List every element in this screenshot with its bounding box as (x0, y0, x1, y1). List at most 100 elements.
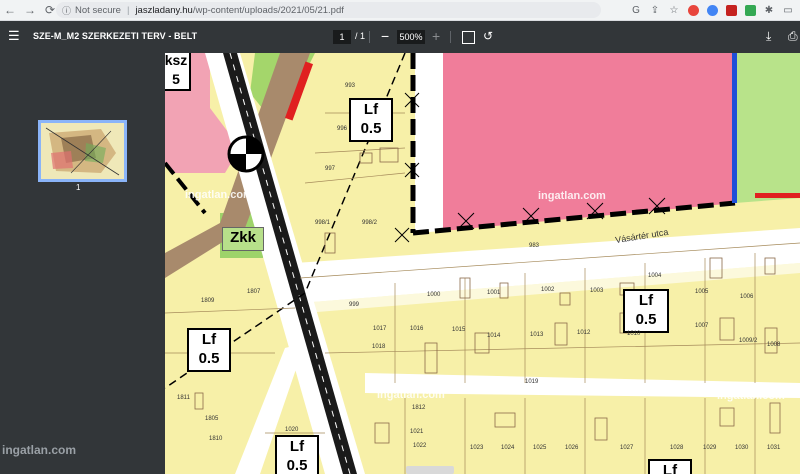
plot-number: 1001 (487, 290, 501, 296)
watermark-text: ingatlan.com (185, 189, 253, 201)
zone-label-lf: Lf (648, 459, 692, 474)
zone-code: Lf (662, 462, 678, 474)
back-icon[interactable]: ← (0, 0, 20, 20)
plot-number: 1014 (487, 333, 501, 339)
security-status: Not secure (75, 4, 121, 16)
pdf-map-view[interactable]: ksz 5 Lf 0.5 Zkk Lf 0.5 Lf 0.5 Lf 0.5 Lf… (165, 53, 800, 474)
plot-number: 999 (349, 302, 360, 308)
plot-number: 998/2 (362, 220, 378, 226)
horizontal-scrollbar[interactable] (406, 466, 454, 474)
watermark-text: ingatlan.com (2, 443, 77, 457)
zone-ratio: 0.5 (635, 311, 657, 328)
plot-number: 1019 (525, 379, 539, 385)
plot-number: 1028 (670, 445, 684, 451)
zoom-out-button[interactable]: − (381, 28, 389, 44)
menu-icon[interactable]: ☰ (8, 29, 22, 43)
plot-number: 1029 (703, 445, 717, 451)
thumbnail-sidebar: 1 ingatlan.com (0, 53, 165, 474)
plot-number: 1002 (541, 287, 555, 293)
plot-number: 1012 (577, 330, 591, 336)
google-lens-icon[interactable]: G (628, 2, 644, 18)
address-bar[interactable]: ⓘ Not secure | jaszladany.hu /wp-content… (56, 2, 601, 18)
zoom-input[interactable]: 500% (397, 30, 425, 44)
plot-number: 1006 (740, 294, 754, 300)
plot-number: 1018 (372, 344, 386, 350)
toolbar-divider (369, 31, 370, 43)
plot-number: 1013 (530, 332, 544, 338)
url-path: /wp-content/uploads/2021/05/21.pdf (192, 4, 344, 16)
extension-red-icon[interactable] (723, 2, 739, 18)
zone-ratio: 0.5 (360, 120, 382, 137)
plot-number: 997 (325, 166, 336, 172)
plot-number: 1031 (767, 445, 781, 451)
zone-ratio: 0.5 (198, 350, 220, 367)
zone-label-lf: Lf 0.5 (187, 328, 231, 372)
browser-toolbar-icons: G ⇪ ☆ ✱ ▭ (628, 2, 796, 18)
extension-green-icon[interactable] (742, 2, 758, 18)
plot-number: 1007 (695, 323, 709, 329)
zone-label-ksz: ksz 5 (165, 53, 191, 91)
zone-code: Lf (638, 292, 654, 309)
plot-number: 1026 (565, 445, 579, 451)
zone-ratio: 5 (172, 71, 180, 87)
page-number-input[interactable]: 1 (333, 30, 351, 44)
extension-adblock-icon[interactable] (685, 2, 701, 18)
fit-to-page-icon[interactable] (462, 31, 475, 44)
plot-number: 1805 (205, 416, 219, 422)
plot-number: 1008 (767, 342, 781, 348)
extension-m-icon[interactable] (704, 2, 720, 18)
plot-number: 983 (529, 243, 540, 249)
total-pages: 1 (360, 31, 366, 41)
plot-number: 1020 (285, 427, 299, 433)
plot-number: 1812 (412, 405, 426, 411)
zone-label-lf: Lf 0.5 (275, 435, 319, 474)
rotate-icon[interactable]: ↺ (483, 29, 493, 43)
toolbar-divider (450, 31, 451, 43)
page-separator: / (355, 31, 358, 41)
plot-number: 1017 (373, 326, 387, 332)
zone-ratio: 0.5 (286, 457, 308, 474)
zone-code: ksz (165, 53, 188, 68)
zone-label-zkk: Zkk (222, 227, 264, 251)
watermark-text: ingatlan.com (377, 389, 445, 401)
zone-code: Lf (363, 101, 379, 118)
zone-label-lf: Lf 0.5 (623, 289, 669, 333)
forward-icon[interactable]: → (20, 0, 40, 20)
document-title: SZE-M_M2 SZERKEZETI TERV - BELT (33, 31, 198, 41)
plot-number: 1030 (735, 445, 749, 451)
plot-number: 1025 (533, 445, 547, 451)
plot-number: 1005 (695, 289, 709, 295)
watermark-text: ingatlan.com (717, 390, 785, 402)
plot-number: 998/1 (315, 220, 331, 226)
url-host: jaszladany.hu (135, 4, 193, 16)
plot-number: 1021 (410, 429, 424, 435)
download-icon[interactable]: ⤓ (766, 29, 771, 44)
zone-code: Zkk (230, 229, 256, 246)
pdf-toolbar: ☰ SZE-M_M2 SZERKEZETI TERV - BELT 1 / 1 … (0, 21, 800, 53)
plot-number: 1004 (648, 273, 662, 279)
plot-number: 1810 (209, 436, 223, 442)
zone-code: Lf (289, 438, 305, 455)
plot-number: 1000 (427, 292, 441, 298)
zone-code: Lf (201, 331, 217, 348)
zoom-in-button[interactable]: + (432, 28, 440, 44)
plot-number: 1003 (590, 288, 604, 294)
plot-number: 1023 (470, 445, 484, 451)
info-icon[interactable]: ⓘ (62, 4, 71, 17)
plot-number: 996 (337, 126, 348, 132)
plot-number: 1811 (177, 395, 190, 401)
plot-number: 1807 (247, 289, 261, 295)
url-separator: | (126, 4, 130, 16)
plot-number: 1024 (501, 445, 515, 451)
print-icon[interactable]: ⎙ (788, 29, 798, 44)
plot-number: 1015 (452, 327, 466, 333)
thumbnail-page-label: 1 (76, 183, 81, 192)
plot-number: 993 (345, 83, 356, 89)
share-icon[interactable]: ⇪ (647, 2, 663, 18)
browser-toolbar: ← → ⟳ ⓘ Not secure | jaszladany.hu /wp-c… (0, 0, 800, 21)
extensions-puzzle-icon[interactable]: ✱ (761, 2, 777, 18)
page-thumbnail[interactable] (38, 120, 127, 182)
side-panel-icon[interactable]: ▭ (780, 2, 796, 18)
bookmark-star-icon[interactable]: ☆ (666, 2, 682, 18)
plot-number: 1027 (620, 445, 634, 451)
